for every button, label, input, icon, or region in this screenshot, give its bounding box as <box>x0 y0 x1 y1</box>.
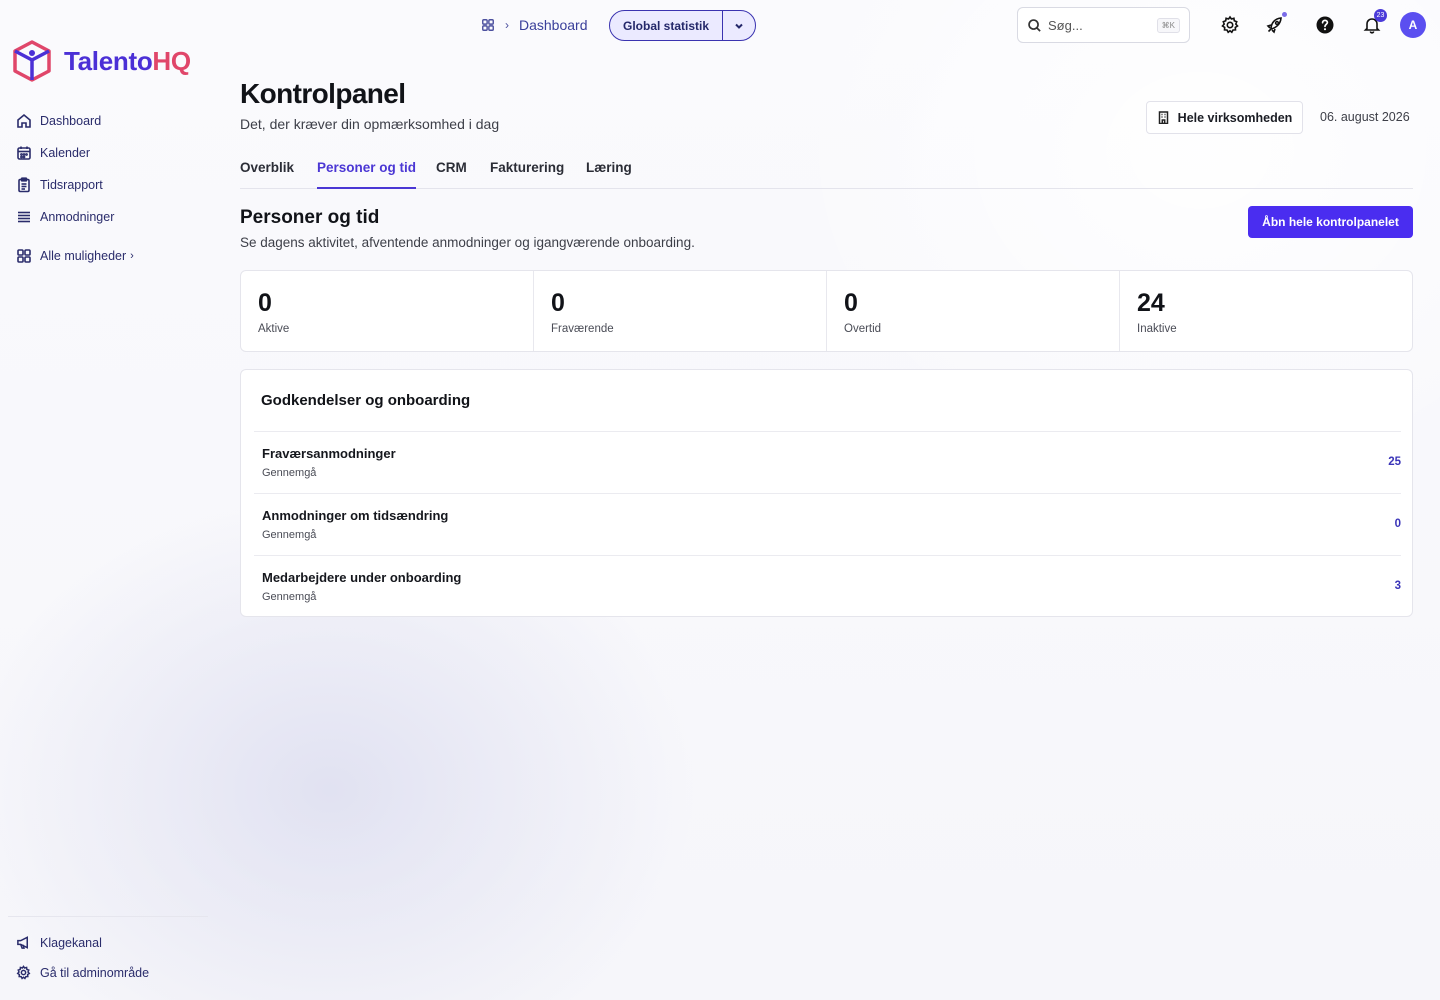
sidebar-divider <box>8 916 208 917</box>
sidebar-footer-label: Gå til adminområde <box>40 965 150 980</box>
tab-personer-og-tid[interactable]: Personer og tid <box>317 160 417 189</box>
stat-overtime[interactable]: 0 Overtid <box>827 271 1120 351</box>
current-date: 06. august 2026 <box>1320 110 1410 124</box>
sidebar-item-tidsrapport[interactable]: Tidsrapport <box>16 174 114 196</box>
user-avatar[interactable]: A <box>1400 12 1426 38</box>
sidebar-item-anmodninger[interactable]: Anmodninger <box>16 206 114 228</box>
sidebar-item-admin[interactable]: Gå til adminområde <box>16 965 149 980</box>
page-title: Kontrolpanel <box>240 78 406 109</box>
home-icon <box>17 113 31 128</box>
whats-new-indicator <box>1282 12 1287 17</box>
help-button[interactable] <box>1314 14 1336 36</box>
company-scope-label: Hele virksomheden <box>1177 110 1293 125</box>
building-icon <box>1158 111 1168 124</box>
sidebar-item-label: Kalender <box>40 146 91 160</box>
scope-selector: Global statistik <box>609 10 756 41</box>
rocket-icon <box>1266 17 1282 34</box>
tab-overblik[interactable]: Overblik <box>240 160 294 189</box>
list-item-count: 3 <box>1394 580 1401 592</box>
sidebar-all-options-label: Alle muligheder <box>40 249 127 263</box>
brand-name-part2: HQ <box>152 45 191 76</box>
grid-icon <box>17 249 31 263</box>
breadcrumb: › Dashboard <box>481 14 588 36</box>
breadcrumb-dashboard-link[interactable]: Dashboard <box>519 17 588 33</box>
list-item[interactable]: Anmodninger om tidsændring Gennemgå 0 <box>254 493 1401 555</box>
sidebar-item-label: Dashboard <box>40 114 102 128</box>
megaphone-icon <box>17 936 28 949</box>
approvals-card-title: Godkendelser og onboarding <box>261 392 471 409</box>
sidebar-item-label: Tidsrapport <box>40 178 103 192</box>
search-shortcut-hint: ⌘K <box>1156 17 1180 33</box>
list-item-count: 0 <box>1394 518 1401 530</box>
stat-value: 0 <box>258 289 272 317</box>
stats-panel: 0 Aktive 0 Fraværende 0 Overtid 24 Inakt… <box>240 270 1413 352</box>
app-root: TalentoHQ Dashboard Kalender Tidsrapport… <box>0 0 1440 1000</box>
sidebar: TalentoHQ Dashboard Kalender Tidsrapport… <box>0 0 215 1000</box>
list-item-subtitle: Gennemgå <box>262 591 317 603</box>
scope-dropdown-button[interactable] <box>722 11 755 40</box>
chevron-down-icon <box>735 23 743 29</box>
list-item-count: 25 <box>1388 456 1401 468</box>
section-title: Personer og tid <box>240 207 380 228</box>
sidebar-all-options[interactable]: Alle muligheder › <box>16 248 134 264</box>
list-item-subtitle: Gennemgå <box>262 529 317 541</box>
cube-logo-icon <box>13 40 51 82</box>
search-box: ⌘K <box>1017 7 1190 43</box>
breadcrumb-separator-icon: › <box>505 18 509 32</box>
search-icon <box>1028 18 1041 32</box>
help-icon <box>1316 16 1334 34</box>
company-scope-button[interactable]: Hele virksomheden <box>1146 101 1303 134</box>
tab-fakturering[interactable]: Fakturering <box>490 160 564 189</box>
approvals-list: Fraværsanmodninger Gennemgå 25 Anmodning… <box>254 431 1401 617</box>
tab-bar: Overblik Personer og tid CRM Fakturering… <box>240 160 1413 189</box>
apps-grid-icon[interactable] <box>481 18 495 32</box>
stat-label: Fraværende <box>551 323 614 335</box>
calendar-icon <box>17 146 31 160</box>
whats-new-button[interactable] <box>1264 14 1286 36</box>
stat-value: 0 <box>551 289 565 317</box>
chevron-right-icon: › <box>130 250 134 262</box>
stat-label: Overtid <box>844 323 882 335</box>
list-item-title: Fraværsanmodninger <box>262 446 396 461</box>
sidebar-item-kalender[interactable]: Kalender <box>16 142 114 164</box>
list-item[interactable]: Fraværsanmodninger Gennemgå 25 <box>254 431 1401 493</box>
list-item-title: Anmodninger om tidsændring <box>262 508 449 523</box>
list-item-subtitle: Gennemgå <box>262 467 317 479</box>
sidebar-item-klagekanal[interactable]: Klagekanal <box>16 935 102 950</box>
list-item[interactable]: Medarbejdere under onboarding Gennemgå 3 <box>254 555 1401 617</box>
section-subtitle: Se dagens aktivitet, afventende anmodnin… <box>240 235 695 250</box>
tab-laering[interactable]: Læring <box>586 160 632 189</box>
brand-name: TalentoHQ <box>64 46 191 77</box>
open-full-dashboard-button[interactable]: Åbn hele kontrolpanelet <box>1248 206 1413 238</box>
notification-count-badge: 23 <box>1374 9 1387 22</box>
search-input[interactable] <box>1048 17 1148 33</box>
scope-selector-label[interactable]: Global statistik <box>610 19 722 33</box>
gear-icon <box>16 965 31 980</box>
stat-label: Inaktive <box>1137 323 1177 335</box>
stat-label: Aktive <box>258 323 290 335</box>
stat-absent[interactable]: 0 Fraværende <box>534 271 827 351</box>
sidebar-nav: Dashboard Kalender Tidsrapport Anmodning… <box>16 110 114 238</box>
clipboard-icon <box>18 177 30 193</box>
list-item-title: Medarbejdere under onboarding <box>262 570 462 585</box>
page-subtitle: Det, der kræver din opmærksomhed i dag <box>240 116 500 132</box>
stat-active[interactable]: 0 Aktive <box>241 271 534 351</box>
stat-value: 24 <box>1137 289 1165 317</box>
brand-logo[interactable]: TalentoHQ <box>12 40 191 82</box>
approvals-card: Godkendelser og onboarding Fraværsanmodn… <box>240 369 1413 617</box>
brand-name-part1: Talento <box>64 45 153 76</box>
tab-crm[interactable]: CRM <box>436 160 467 189</box>
sidebar-item-dashboard[interactable]: Dashboard <box>16 110 114 132</box>
gear-icon <box>1221 15 1239 34</box>
sidebar-item-label: Anmodninger <box>40 210 115 224</box>
settings-button[interactable] <box>1219 14 1241 36</box>
stat-value: 0 <box>844 289 858 317</box>
list-icon <box>18 211 30 223</box>
sidebar-footer-label: Klagekanal <box>40 935 102 950</box>
stat-inactive[interactable]: 24 Inaktive <box>1120 271 1412 351</box>
